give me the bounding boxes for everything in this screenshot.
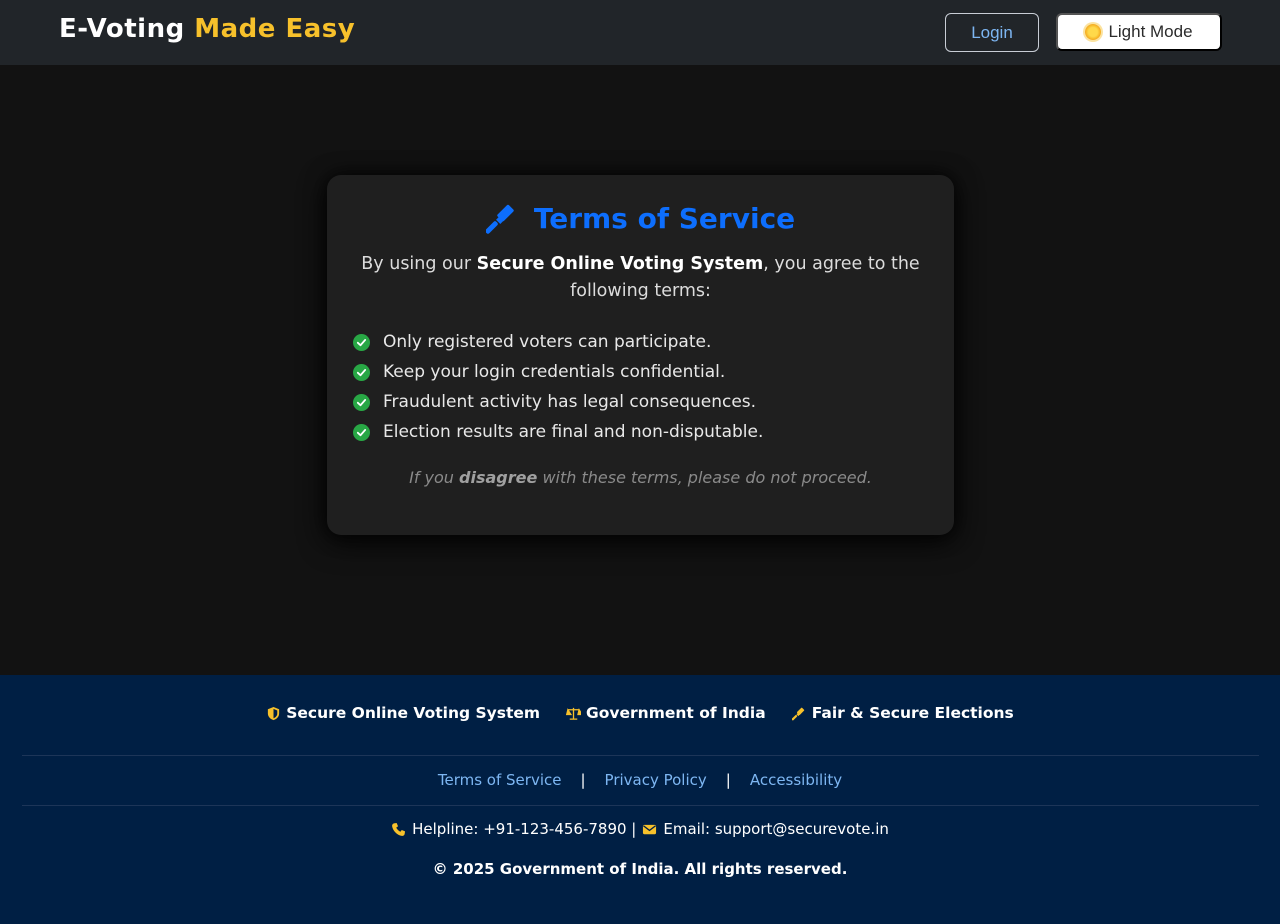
footer-badge-label: Fair & Secure Elections [811,704,1014,722]
terms-of-service-link[interactable]: Terms of Service [438,771,562,789]
link-separator: | [580,771,586,789]
terms-card: Terms of Service By using our Secure Onl… [327,175,954,535]
term-text: Keep your login credentials confidential… [383,362,726,382]
term-text: Election results are final and non-dispu… [383,422,764,442]
shield-icon [268,706,280,720]
footer-badge-label: Secure Online Voting System [286,704,541,722]
footer-badge-label: Government of India [586,704,766,722]
brand-accent: Made Easy [194,14,356,44]
term-text: Only registered voters can participate. [383,332,712,352]
terms-heading: Terms of Service [327,201,954,235]
sun-icon [1085,24,1102,40]
balance-scale-icon [566,707,582,720]
intro-system-name: Secure Online Voting System [476,254,764,274]
check-circle-icon [353,393,370,411]
terms-list: Only registered voters can participate. … [353,327,933,447]
email-text: Email: support@securevote.in [663,820,889,838]
brand-logo[interactable]: E-Voting Made Easy [59,14,355,44]
terms-title: Terms of Service [533,201,796,235]
intro-before: By using our [361,254,472,274]
disclaimer-after: with these terms, please do not proceed. [542,468,872,487]
term-text: Fraudulent activity has legal consequenc… [383,392,757,412]
check-circle-icon [353,333,370,351]
footer-badge-elections: Fair & Secure Elections [791,704,1014,722]
footer-badges: Secure Online Voting System Government o… [0,704,1280,722]
phone-icon [392,822,406,836]
terms-intro: By using our Secure Online Voting System… [357,251,924,305]
footer-badge-secure: Secure Online Voting System [266,704,540,722]
navbar: E-Voting Made Easy Login Light Mode [0,0,1280,65]
helpline-text: Helpline: +91-123-456-7890 | [412,820,637,838]
site-footer: Secure Online Voting System Government o… [0,675,1280,924]
brand-main: E-Voting [59,14,185,44]
terms-list-item: Fraudulent activity has legal consequenc… [353,387,933,417]
footer-divider [22,755,1259,756]
copyright-text: © 2025 Government of India. All rights r… [432,860,848,878]
terms-list-item: Keep your login credentials confidential… [353,357,933,387]
footer-contact: Helpline: +91-123-456-7890 | Email: supp… [0,820,1280,838]
check-circle-icon [353,363,370,381]
footer-divider [22,805,1259,806]
gavel-icon [791,707,804,720]
theme-toggle-label: Light Mode [1108,22,1193,41]
footer-badge-government: Government of India [566,704,766,722]
login-button[interactable]: Login [945,13,1039,52]
gavel-icon [485,204,514,234]
disclaimer-emphasis: disagree [459,468,538,487]
privacy-policy-link[interactable]: Privacy Policy [605,771,707,789]
theme-toggle-button[interactable]: Light Mode [1056,13,1222,51]
terms-disclaimer: If you disagree with these terms, please… [327,468,954,487]
link-separator: | [725,771,731,789]
envelope-icon [643,824,657,834]
check-circle-icon [353,423,370,441]
footer-links: Terms of Service | Privacy Policy | Acce… [0,771,1280,789]
terms-list-item: Election results are final and non-dispu… [353,417,933,447]
terms-list-item: Only registered voters can participate. [353,327,933,357]
disclaimer-before: If you [409,468,454,487]
accessibility-link[interactable]: Accessibility [750,771,842,789]
